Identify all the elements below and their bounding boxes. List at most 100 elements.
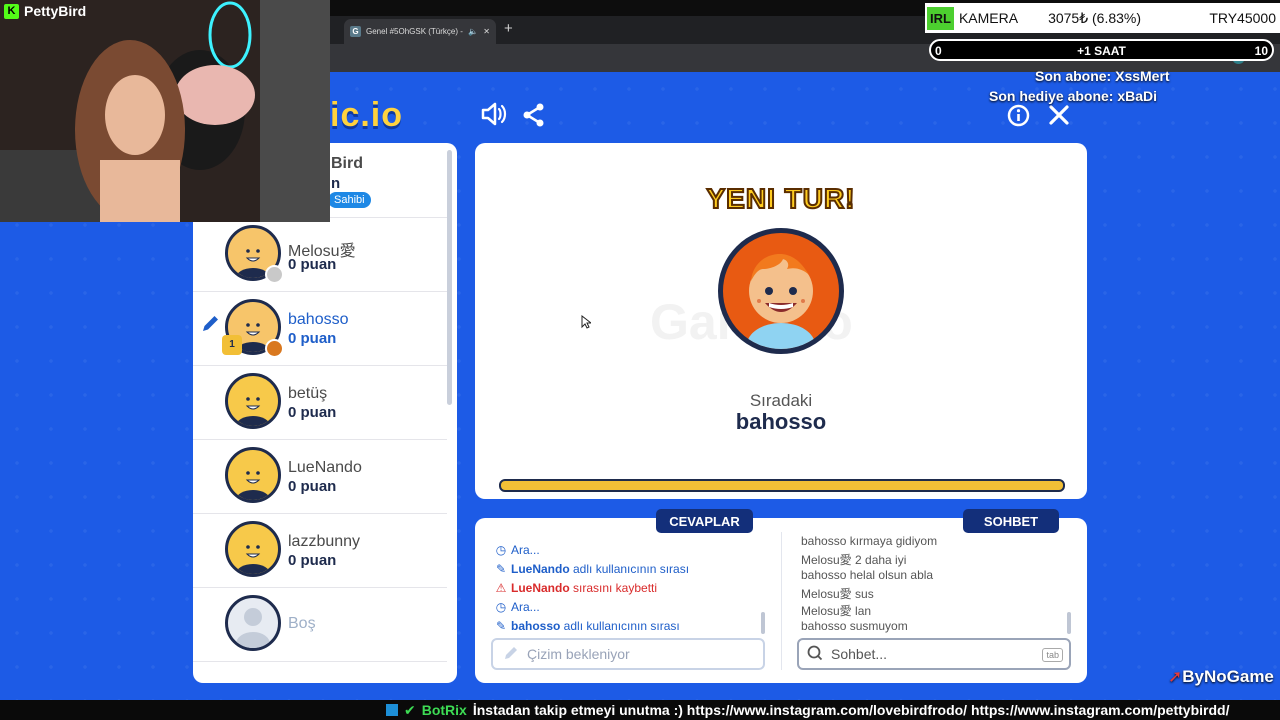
answers-scrollbar[interactable] [761,612,765,634]
empty-slot-avatar [225,595,281,651]
chat-message: bahosso kırmaya gidiyom [801,534,937,548]
drawing-canvas[interactable]: Gartic.io YENI TUR! Sıradaki bahosso [475,143,1087,499]
tab-close-icon[interactable]: ✕ [483,27,490,36]
kick-logo-icon: K [4,3,19,19]
chat-text: susmuyom [846,619,908,633]
answer-log-line: ⚠ LueNando sırasını kaybetti [495,581,657,595]
chat-username: Melosu愛 [801,587,852,601]
status-dot [265,265,284,284]
owner-badge: Sahibi [328,192,371,208]
drawing-pencil-icon [201,313,221,338]
player-name: bahosso [288,311,349,328]
log-text: adlı kullanıcının sırası [569,562,690,576]
chat-text: kırmaya gidiyom [846,534,938,548]
log-text: Ara... [511,600,540,614]
player-score: 0 puan [288,256,337,273]
player-row[interactable]: Boş [193,587,447,662]
player-name-partial: Bird [331,155,363,172]
pencil-icon [503,645,519,664]
answer-log-line: ◷ Ara... [495,600,540,614]
player-row[interactable]: bahosso 0 puan 1 [193,291,447,366]
tab-favicon: G [350,26,361,37]
player-list-scrollbar[interactable] [447,150,452,405]
chat-scrollbar[interactable] [1067,612,1071,634]
chatbot-ticker: ✔ BotRix İnstadan takip etmeyi unutma :)… [0,700,1280,720]
chat-message: Melosu愛 2 daha iyi [801,551,906,568]
chat-username: bahosso [801,534,847,548]
chat-input[interactable]: Sohbet... tab [797,638,1071,670]
answers-tab[interactable]: CEVAPLAR [656,509,753,533]
pencil-icon: ✎ [495,619,507,633]
chat-username: bahosso [801,619,847,633]
player-name: Boş [288,615,316,632]
round-title: YENI TUR! [706,182,856,215]
answers-chat-box: CEVAPLAR SOHBET ◷ Ara... ✎ LueNando adlı ku… [475,509,1087,683]
player-score: 0 puan [288,404,337,421]
check-icon: ✔ [404,701,416,718]
next-label: Sıradaki [749,391,813,410]
brand-text: ByNoGame [1182,667,1274,686]
log-text: sırasını kaybetti [569,581,658,595]
answer-log-line: ◷ Ara... [495,543,540,557]
chat-message: bahosso susmuyom [801,619,908,633]
close-icon[interactable] [1048,104,1070,131]
pencil-icon: ✎ [495,562,507,576]
webcam-feed [0,0,330,222]
chat-tab[interactable]: SOHBET [963,509,1059,533]
trophy-icon: 1 [222,335,242,355]
chat-text: lan [851,604,872,618]
status-dot [265,339,284,358]
tab-title: Genel #5OhGSK (Türkçe) - [366,27,463,36]
answer-input-placeholder: Çizim bekleniyor [527,646,630,662]
chat-username: Melosu愛 [801,553,852,567]
player-row[interactable]: Melosu愛 0 puan [193,217,447,292]
goal-right: 10 [1254,44,1268,58]
share-icon[interactable] [522,103,546,132]
player-name: LueNando [288,459,362,476]
game-logo: ic.io [330,96,404,134]
player-name: lazzbunny [288,533,361,550]
mouse-cursor-icon [581,314,593,334]
tab-audio-icon[interactable]: 🔈 [468,27,478,36]
log-username: LueNando [511,562,570,576]
player-avatar [225,521,281,577]
chat-message: Melosu愛 lan [801,602,871,619]
log-username: bahosso [511,619,561,633]
speaker-icon[interactable] [480,101,508,134]
player-row[interactable]: lazzbunny 0 puan [193,513,447,588]
answer-input[interactable]: Çizim bekleniyor [491,638,765,670]
info-icon[interactable] [1007,104,1030,132]
chat-text: sus [851,587,874,601]
round-timer-bar [499,479,1065,492]
tab-key-hint: tab [1042,648,1063,662]
answer-log-line: ✎ bahosso adlı kullanıcının sırası [495,619,680,633]
streamer-name: PettyBird [24,3,87,19]
chat-text: 2 daha iyi [851,553,907,567]
player-line2-partial: n [331,175,341,192]
warning-icon: ⚠ [495,581,507,595]
browser-tab[interactable]: G Genel #5OhGSK (Türkçe) - 🔈 ✕ [344,19,496,44]
clock-icon: ◷ [495,600,507,614]
bynogame-mark-icon: ➚ [1168,667,1183,686]
streamer-tag: K PettyBird [4,3,86,19]
player-score: 0 puan [288,330,337,347]
player-avatar [225,447,281,503]
share-arrow-icon [386,704,398,716]
bynogame-logo: ➚ByNoGame [1168,667,1274,687]
chat-input-placeholder: Sohbet... [831,646,888,662]
player-list: Bird n Sahibi Melosu愛 0 puan bahosso 0 puan… [193,143,457,683]
next-player-avatar [718,228,844,354]
bot-message: İnstadan takip etmeyi unutma :) https://… [472,702,1230,718]
ticker-goal: TRY45000 [1209,10,1276,26]
new-tab-button[interactable]: + [504,20,513,37]
player-row[interactable]: betüş 0 puan [193,365,447,440]
last-sub: Son abone: XssMert [1035,68,1170,84]
chat-username: bahosso [801,568,847,582]
ticker-badge: IRL [927,6,954,30]
player-score: 0 puan [288,552,337,569]
ticker-value: 3075₺ (6.83%) [1048,9,1142,26]
log-text: adlı kullanıcının sırası [560,619,680,633]
next-player-name: bahosso [735,409,827,434]
player-avatar [225,373,281,429]
player-row[interactable]: LueNando 0 puan [193,439,447,514]
